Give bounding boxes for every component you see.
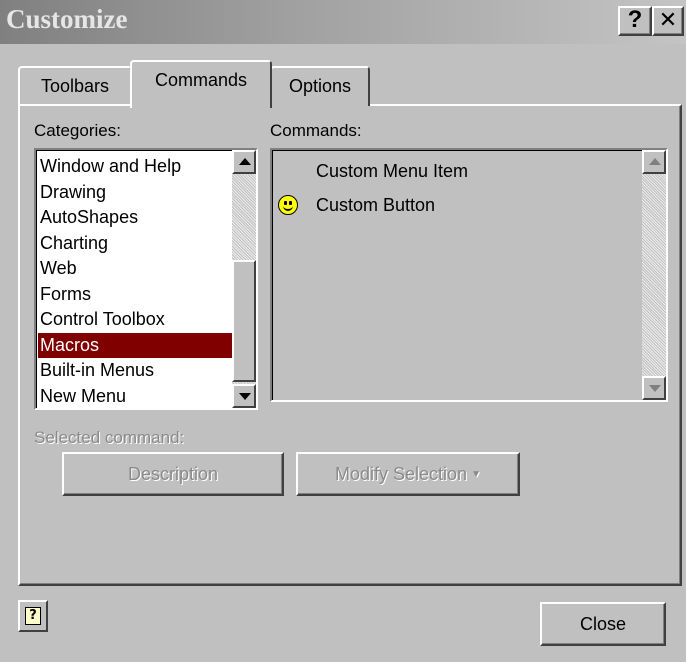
close-icon: ✕: [658, 7, 678, 32]
help-button[interactable]: ?: [18, 600, 48, 632]
title-close-button[interactable]: ✕: [652, 6, 684, 36]
commands-scrollbar[interactable]: [642, 150, 666, 400]
scrollbar-thumb[interactable]: [232, 260, 256, 382]
arrow-down-icon: [239, 393, 251, 400]
dialog-title: Customize: [6, 4, 128, 34]
list-item-autoshapes[interactable]: AutoShapes: [38, 205, 232, 231]
modify-selection-button[interactable]: Modify Selection ▼: [296, 452, 520, 496]
scroll-up-button[interactable]: [232, 150, 256, 174]
commands-label: Commands:: [270, 121, 362, 140]
list-item-custom-button[interactable]: Custom Button: [272, 190, 632, 220]
description-button[interactable]: Description: [62, 452, 284, 496]
scroll-down-button[interactable]: [642, 376, 666, 400]
commands-list[interactable]: Custom Menu Item Custom Button: [270, 148, 668, 402]
tab-commands[interactable]: Commands: [130, 60, 272, 108]
list-item-built-in-menus[interactable]: Built-in Menus: [38, 358, 232, 384]
list-item-web[interactable]: Web: [38, 256, 232, 282]
tab-options[interactable]: Options: [270, 66, 370, 106]
question-mark-icon: ?: [627, 6, 643, 33]
categories-label: Categories:: [34, 121, 121, 140]
dropdown-arrow-icon: ▼: [471, 469, 481, 480]
selected-command-label: Selected command:: [34, 428, 185, 447]
list-item-control-toolbox[interactable]: Control Toolbox: [38, 307, 232, 333]
arrow-up-icon: [239, 158, 251, 165]
title-help-button[interactable]: ?: [618, 6, 652, 36]
list-item-charting[interactable]: Charting: [38, 231, 232, 257]
list-item-macros[interactable]: Macros: [38, 332, 232, 358]
title-bar[interactable]: Customize ? ✕: [0, 0, 686, 44]
list-item-new-menu[interactable]: New Menu: [38, 384, 232, 409]
scroll-up-button[interactable]: [642, 150, 666, 174]
arrow-up-icon: [649, 158, 661, 165]
scroll-down-button[interactable]: [232, 384, 256, 408]
help-icon: ?: [25, 607, 41, 625]
categories-scrollbar[interactable]: [232, 150, 256, 408]
smiley-icon: [278, 195, 298, 215]
customize-dialog: Customize ? ✕ Toolbars Commands Options …: [0, 0, 686, 662]
list-item-custom-menu-item[interactable]: Custom Menu Item: [272, 156, 632, 186]
categories-list[interactable]: Window and Help Drawing AutoShapes Chart…: [34, 148, 258, 410]
arrow-down-icon: [649, 385, 661, 392]
list-item-window-and-help[interactable]: Window and Help: [38, 154, 232, 180]
list-item-drawing[interactable]: Drawing: [38, 180, 232, 206]
list-item-forms[interactable]: Forms: [38, 282, 232, 308]
close-button[interactable]: Close: [540, 602, 666, 646]
tab-toolbars[interactable]: Toolbars: [18, 66, 132, 106]
